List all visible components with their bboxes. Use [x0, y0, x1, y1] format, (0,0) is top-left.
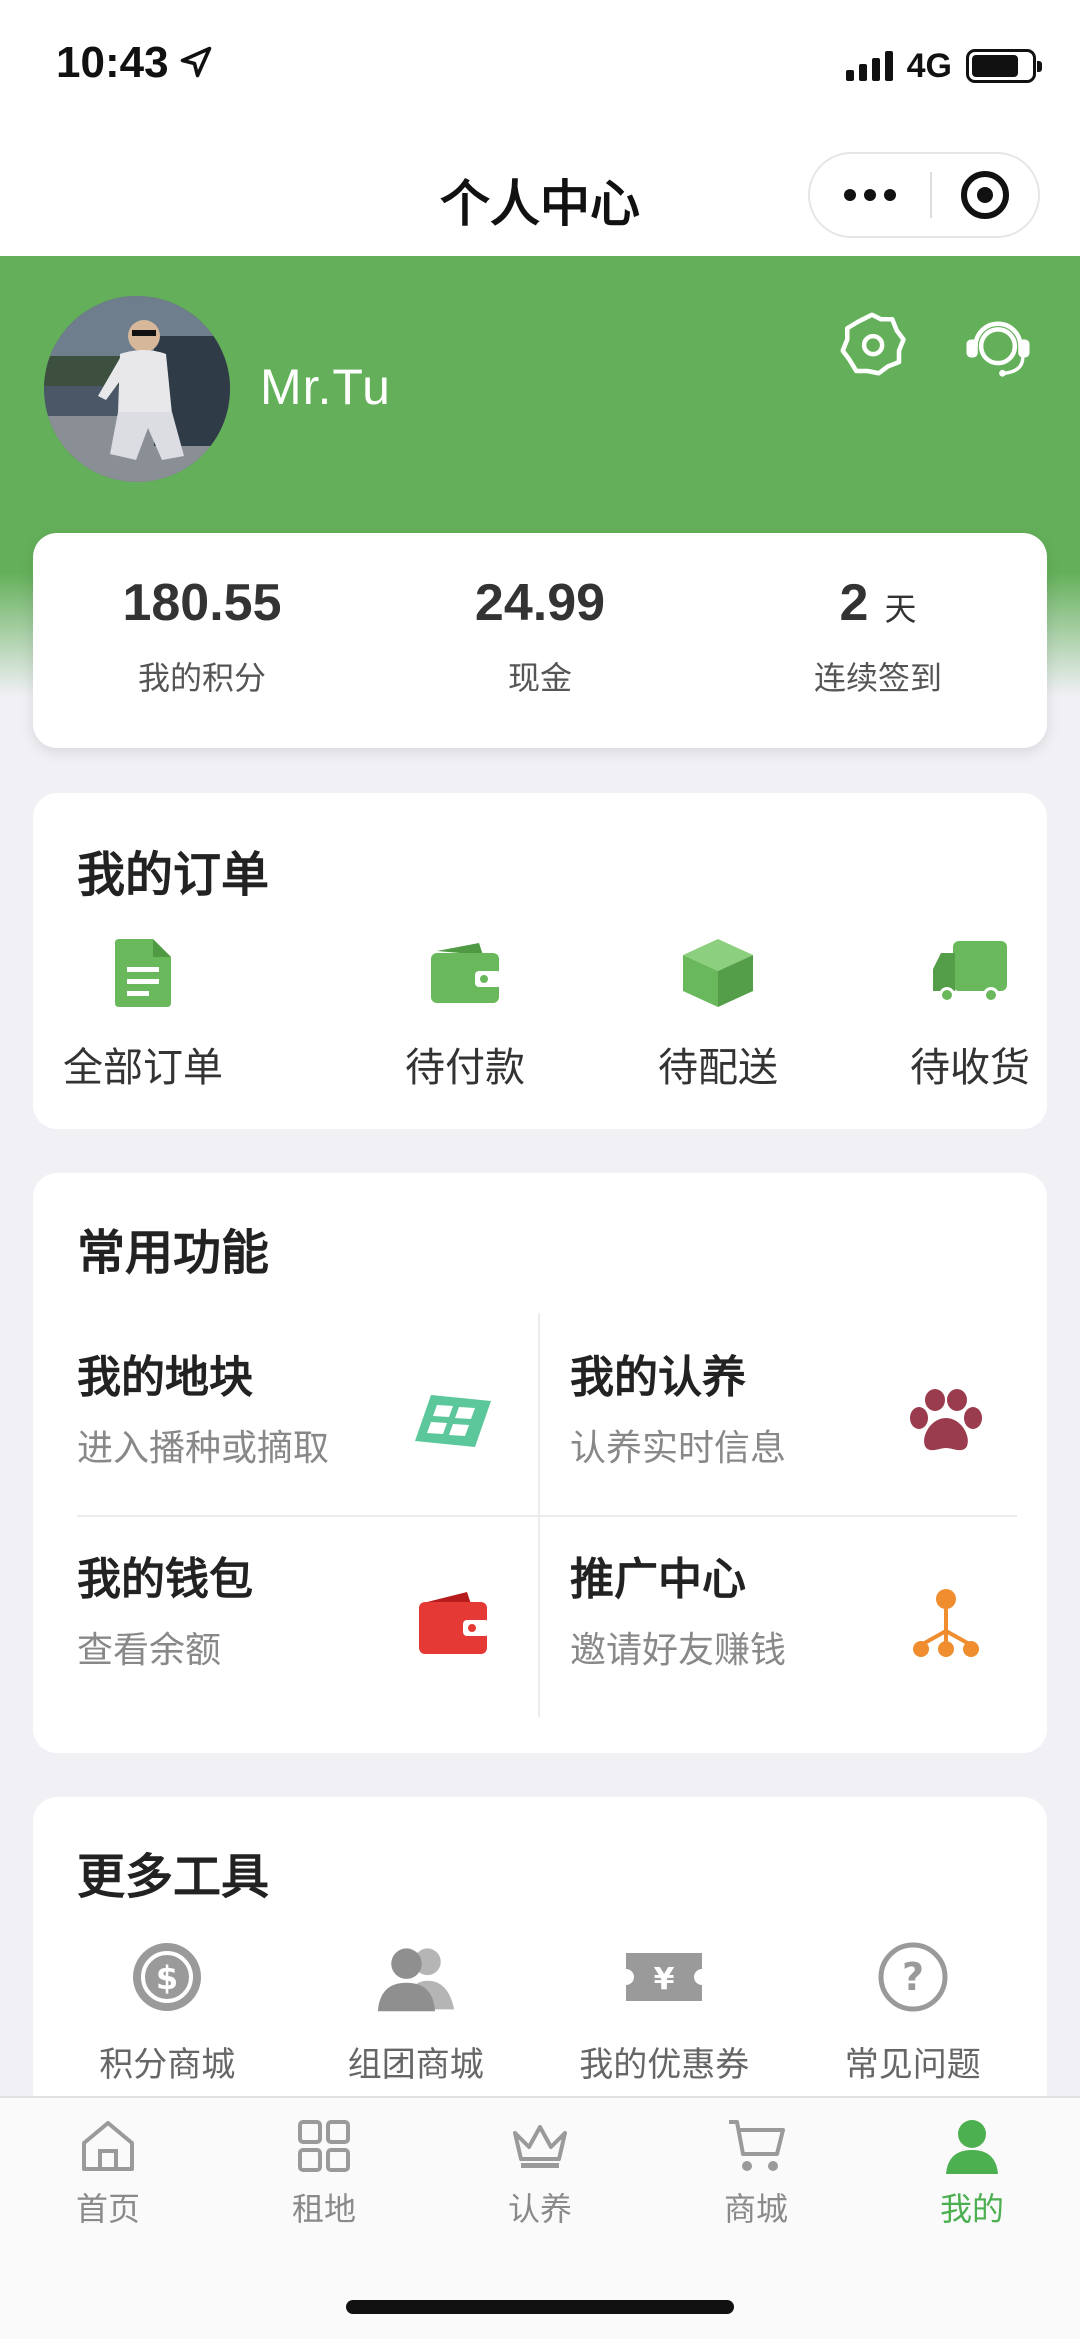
stat-value: 180.55	[122, 574, 282, 632]
paw-icon	[904, 1379, 988, 1463]
tab-label: 首页	[75, 2190, 140, 2228]
stat-label: 我的积分	[137, 659, 266, 697]
my-plot-button[interactable]: 我的地块 进入播种或摘取	[33, 1313, 523, 1515]
land-plot-icon	[411, 1379, 495, 1463]
stat-checkin[interactable]: 2天 连续签到	[709, 533, 1047, 748]
username: Mr.Tu	[260, 359, 391, 415]
user-icon	[940, 2114, 1004, 2178]
question-icon: ?	[873, 1937, 953, 2017]
location-arrow-icon	[180, 46, 212, 78]
stat-cash[interactable]: 24.99 现金	[371, 533, 709, 748]
status-time: 10:43	[56, 38, 169, 87]
order-all-button[interactable]: 全部订单	[53, 933, 233, 1093]
stat-unit: 天	[884, 591, 917, 627]
group-icon	[376, 1937, 456, 2017]
tool-label: 组团商城	[347, 2045, 484, 2085]
stat-label: 现金	[507, 659, 572, 697]
func-subtitle: 邀请好友赚钱	[570, 1630, 787, 1671]
tool-label: 我的优惠券	[579, 2045, 750, 2085]
func-title: 推广中心	[570, 1554, 746, 1605]
tab-home[interactable]: 首页	[0, 2098, 216, 2238]
stat-label: 连续签到	[813, 659, 942, 697]
group-mall-button[interactable]: 组团商城	[292, 1937, 541, 2086]
svg-text:?: ?	[902, 1955, 924, 1999]
tab-adopt[interactable]: 认养	[432, 2098, 648, 2238]
section-title: 常用功能	[77, 1225, 270, 1281]
network-type: 4G	[906, 46, 952, 85]
order-label: 待付款	[405, 1045, 525, 1091]
order-to-receive-button[interactable]: 待收货	[875, 933, 1065, 1093]
close-miniprogram-button[interactable]	[932, 154, 1038, 236]
crown-icon	[508, 2114, 572, 2178]
tab-mall[interactable]: 商城	[648, 2098, 864, 2238]
stat-value: 24.99	[474, 574, 606, 632]
my-adoption-button[interactable]: 我的认养 认养实时信息	[526, 1313, 1016, 1515]
grid-icon	[292, 2114, 356, 2178]
my-coupons-button[interactable]: ¥ 我的优惠券	[540, 1937, 789, 2086]
svg-text:¥: ¥	[654, 1962, 675, 1997]
section-title: 更多工具	[77, 1849, 270, 1905]
func-subtitle: 查看余额	[77, 1630, 222, 1671]
target-icon	[961, 171, 1009, 219]
tab-mine[interactable]: 我的	[864, 2098, 1080, 2238]
nav-bar: 个人中心	[0, 130, 1080, 256]
home-indicator	[346, 2300, 734, 2314]
home-icon	[76, 2114, 140, 2178]
box-icon	[678, 933, 758, 1013]
points-mall-button[interactable]: $ 积分商城	[43, 1937, 292, 2086]
tool-label: 常见问题	[844, 2045, 981, 2085]
coupon-icon: ¥	[624, 1937, 704, 2017]
tab-rent-land[interactable]: 租地	[216, 2098, 432, 2238]
stat-value: 2	[839, 574, 869, 632]
order-label: 全部订单	[63, 1045, 223, 1091]
faq-button[interactable]: ? 常见问题	[789, 1937, 1038, 2086]
func-subtitle: 认养实时信息	[570, 1428, 787, 1469]
functions-card: 常用功能 我的地块 进入播种或摘取 我的认养 认养实时信息 我的钱包 查看余额 …	[33, 1173, 1047, 1753]
more-icon[interactable]	[810, 154, 930, 236]
settings-icon[interactable]	[836, 308, 908, 380]
promotion-center-button[interactable]: 推广中心 邀请好友赚钱	[526, 1515, 1016, 1717]
wallet-icon	[411, 1581, 495, 1665]
tab-label: 我的	[939, 2190, 1004, 2228]
battery-icon	[966, 49, 1042, 83]
order-unpaid-button[interactable]: 待付款	[370, 933, 560, 1093]
wallet-icon	[425, 933, 505, 1013]
tools-card: 更多工具 $ 积分商城 组团商城 ¥ 我的优惠券 ? 常见问题	[33, 1797, 1047, 2117]
order-label: 待收货	[910, 1045, 1030, 1091]
network-icon	[904, 1581, 988, 1665]
func-subtitle: 进入播种或摘取	[77, 1428, 330, 1469]
miniprogram-capsule	[808, 152, 1040, 238]
func-title: 我的认养	[570, 1352, 746, 1403]
svg-text:$: $	[156, 1959, 178, 1997]
section-title: 我的订单	[77, 847, 270, 903]
order-label: 待配送	[658, 1045, 778, 1091]
truck-icon	[930, 933, 1010, 1013]
tab-label: 认养	[507, 2190, 572, 2228]
customer-service-icon[interactable]	[962, 308, 1034, 380]
orders-card: 我的订单 全部订单 待付款 待配送 待收货	[33, 793, 1047, 1129]
avatar[interactable]	[44, 296, 230, 482]
stat-points[interactable]: 180.55 我的积分	[33, 533, 371, 748]
tab-label: 商城	[723, 2190, 788, 2228]
tab-label: 租地	[291, 2190, 356, 2228]
func-title: 我的地块	[77, 1352, 253, 1403]
tool-label: 积分商城	[99, 2045, 236, 2085]
stats-card: 180.55 我的积分 24.99 现金 2天 连续签到	[33, 533, 1047, 748]
status-bar: 10:43 4G	[0, 0, 1080, 130]
cart-icon	[724, 2114, 788, 2178]
coin-icon: $	[127, 1937, 207, 2017]
document-icon	[103, 933, 183, 1013]
signal-icon	[845, 51, 893, 81]
my-wallet-button[interactable]: 我的钱包 查看余额	[33, 1515, 523, 1717]
func-title: 我的钱包	[77, 1554, 253, 1605]
order-to-deliver-button[interactable]: 待配送	[623, 933, 813, 1093]
